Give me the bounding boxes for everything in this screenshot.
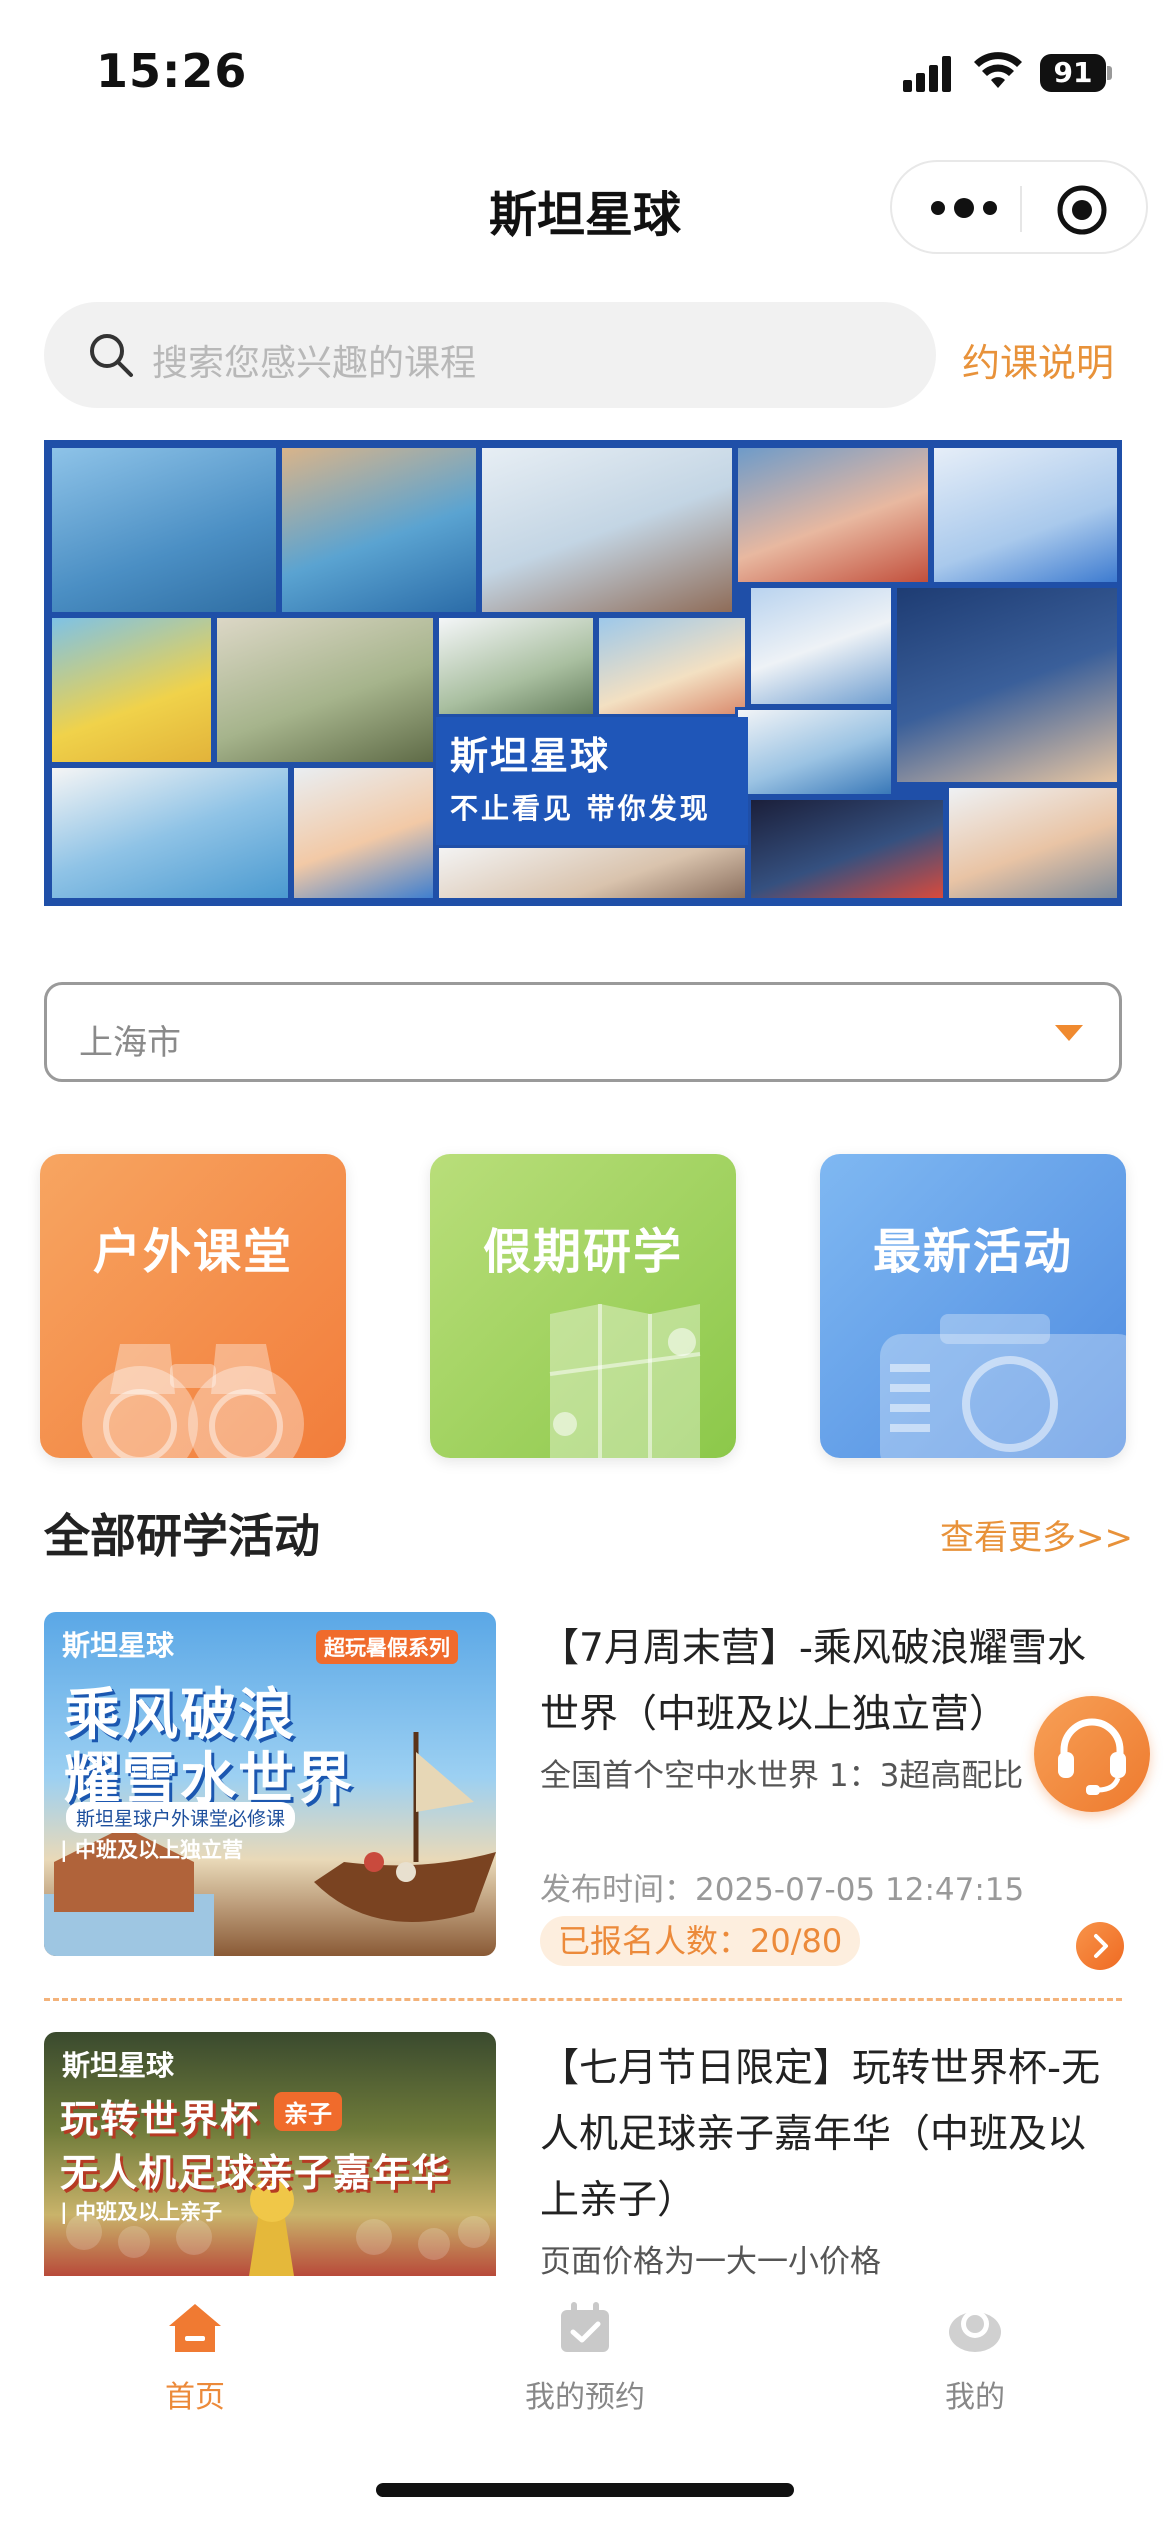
banner-photo [436,845,748,901]
banner-photo [748,797,946,901]
map-icon [549,1304,701,1458]
activity-description: 全国首个空中水世界 1：3超高配比 [540,1758,1024,1794]
chevron-right-icon[interactable] [1076,1922,1124,1970]
banner-photo [291,765,436,901]
search-icon [90,334,133,377]
battery-icon: 91 [1040,54,1112,92]
banner-photo [49,445,279,615]
status-time: 15:26 [96,44,248,98]
dropdown-arrow-icon [1055,1025,1083,1041]
banner-photo [946,785,1117,901]
booking-instructions-link[interactable]: 约课说明 [962,332,1114,387]
close-miniapp-icon[interactable] [1056,184,1108,236]
activity-description: 页面价格为一大一小价格 [540,2244,881,2280]
tab-label: 我的 [945,2380,1005,2415]
tab-profile[interactable]: 我的 [780,2298,1170,2416]
category-outdoor-class[interactable]: 户外课堂 [40,1154,346,1458]
thumbnail-tag: | 中班及以上亲子 [60,2200,222,2224]
thumbnail-headline-1: 玩转世界杯 [60,2097,261,2141]
thumbnail-headline-2: 无人机足球亲子嘉年华 [60,2151,451,2195]
city-select[interactable]: 上海市 [44,982,1122,1082]
binoculars-icon [82,1344,304,1458]
list-item[interactable]: 斯坦星球 超玩暑假系列 乘风破浪 耀雪水世界 斯坦星球户外课堂必修课 | 中班及… [44,1612,1124,1972]
home-indicator [376,2483,794,2497]
activity-title: 【7月周末营】-乘风破浪耀雪水世界（中班及以上独立营） [540,1626,1086,1737]
banner-photo [931,445,1117,585]
activity-title: 【七月节日限定】玩转世界杯-无人机足球亲子嘉年华（中班及以上亲子） [540,2046,1101,2223]
search-placeholder: 搜索您感兴趣的课程 [152,343,477,384]
activity-publish-time: 发布时间：2025-07-05 12:47:15 [540,1872,1025,1908]
banner-photo [479,445,735,615]
thumbnail-subtitle: 斯坦星球户外课堂必修课 [66,1802,296,1833]
camera-icon [880,1314,1126,1458]
banner-photo [436,615,596,717]
profile-icon [949,2310,1001,2352]
banner-photo [49,615,214,765]
category-label: 最新活动 [872,1224,1073,1280]
category-label: 户外课堂 [92,1224,293,1280]
capsule-divider [1020,186,1022,232]
search-input[interactable]: 搜索您感兴趣的课程 [44,302,936,408]
category-label: 假期研学 [482,1224,683,1280]
category-latest-events[interactable]: 最新活动 [820,1154,1126,1458]
battery-level: 91 [1040,54,1106,92]
banner-photo [49,765,291,901]
list-divider [44,1998,1122,2001]
status-bar: 15:26 91 [0,0,1170,140]
tab-home[interactable]: 首页 [0,2298,390,2416]
banner-photo [279,445,479,615]
wifi-icon [974,52,1022,88]
thumbnail-tag: | 中班及以上独立营 [60,1838,243,1862]
tab-my-bookings[interactable]: 我的预约 [390,2298,780,2416]
list-item[interactable]: 斯坦星球 玩转世界杯 亲子 无人机足球亲子嘉年华 | 中班及以上亲子 【七月节日… [44,2032,1122,2280]
banner-brand: 斯坦星球 [450,734,611,778]
enrollment-badge: 已报名人数：20/80 [540,1916,861,1966]
more-icon[interactable] [926,190,1002,226]
banner-slogan: 不止看见 带你发现 [450,792,711,825]
cellular-signal-icon [903,56,951,92]
banner-photo [214,615,436,765]
banner-photo [735,445,931,585]
thumbnail-brand: 斯坦星球 [62,1629,175,1662]
thumbnail-series: 超玩暑假系列 [316,1630,458,1664]
hero-banner[interactable]: 斯坦星球 不止看见 带你发现 [44,440,1122,906]
miniapp-capsule [890,160,1148,254]
banner-photo [748,585,894,707]
banner-photo [596,615,748,717]
customer-service-button[interactable] [1034,1696,1150,1812]
home-icon [169,2304,221,2352]
see-more-link[interactable]: 查看更多>> [940,1510,1133,1559]
section-title: 全部研学活动 [44,1509,320,1563]
city-value: 上海市 [79,1023,181,1063]
tab-label: 首页 [165,2380,225,2415]
thumbnail-brand: 斯坦星球 [62,2049,175,2082]
tab-label: 我的预约 [525,2380,645,2415]
headset-icon [1058,1718,1126,1795]
activity-thumbnail: 斯坦星球 超玩暑假系列 乘风破浪 耀雪水世界 斯坦星球户外课堂必修课 | 中班及… [44,1612,496,1956]
banner-photo [735,707,894,797]
banner-brand-panel: 斯坦星球 不止看见 带你发现 [436,717,748,845]
category-holiday-study[interactable]: 假期研学 [430,1154,736,1458]
activity-thumbnail: 斯坦星球 玩转世界杯 亲子 无人机足球亲子嘉年华 | 中班及以上亲子 [44,2032,496,2276]
thumbnail-badge: 亲子 [274,2092,342,2131]
banner-photo [894,585,1117,785]
calendar-check-icon [561,2302,609,2352]
